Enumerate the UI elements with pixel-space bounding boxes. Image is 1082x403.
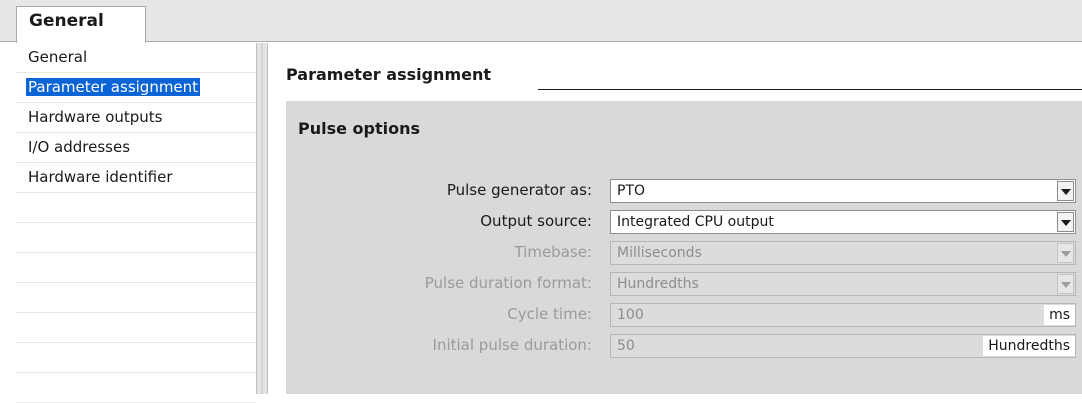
- nav-empty-row: [16, 283, 256, 313]
- cycle-time-value: 100: [617, 307, 644, 323]
- nav-item-io-addresses[interactable]: I/O addresses: [16, 133, 256, 163]
- nav-item-label: Parameter assignment: [24, 77, 202, 97]
- splitter-grip: [261, 43, 263, 394]
- pulse-generator-label: Pulse generator as:: [446, 181, 592, 199]
- nav-empty-row: [16, 223, 256, 253]
- cycle-time-unit: ms: [1044, 305, 1075, 325]
- pulse-generator-value: PTO: [617, 183, 646, 199]
- nav-item-label: Hardware outputs: [28, 108, 163, 126]
- nav-item-general[interactable]: General: [16, 43, 256, 73]
- properties-nav: General Parameter assignment Hardware ou…: [16, 43, 256, 403]
- pulse-duration-format-select: Hundredths: [610, 272, 1076, 296]
- nav-item-parameter-assignment[interactable]: Parameter assignment: [16, 73, 256, 103]
- nav-item-hardware-identifier[interactable]: Hardware identifier: [16, 163, 256, 193]
- initial-pulse-duration-input: 50 Hundredths: [610, 334, 1076, 358]
- cycle-time-input: 100 ms: [610, 303, 1076, 327]
- timebase-select: Milliseconds: [610, 241, 1076, 265]
- group-title: Pulse options: [298, 119, 421, 138]
- nav-item-label: Hardware identifier: [28, 168, 173, 186]
- nav-empty-row: [16, 373, 256, 403]
- initial-pulse-duration-value: 50: [617, 338, 635, 354]
- chevron-down-icon[interactable]: [1057, 212, 1074, 232]
- section-title: Parameter assignment: [286, 65, 491, 84]
- pulse-options-group: Pulse options Pulse generator as: PTO Ou…: [286, 101, 1082, 394]
- nav-empty-row: [16, 343, 256, 373]
- pulse-duration-format-value: Hundredths: [617, 276, 699, 292]
- pulse-generator-select[interactable]: PTO: [610, 179, 1076, 203]
- pulse-duration-format-label: Pulse duration format:: [424, 274, 592, 292]
- output-source-value: Integrated CPU output: [617, 214, 774, 230]
- timebase-value: Milliseconds: [617, 245, 702, 261]
- initial-pulse-duration-label: Initial pulse duration:: [432, 336, 592, 354]
- nav-empty-row: [16, 193, 256, 223]
- panel-splitter[interactable]: [256, 43, 268, 394]
- output-source-select[interactable]: Integrated CPU output: [610, 210, 1076, 234]
- tab-strip: General: [0, 0, 1082, 43]
- nav-item-label: I/O addresses: [28, 138, 131, 156]
- chevron-down-icon[interactable]: [1057, 181, 1074, 201]
- initial-pulse-duration-unit: Hundredths: [983, 336, 1075, 356]
- chevron-down-icon: [1057, 243, 1074, 263]
- output-source-label: Output source:: [480, 212, 592, 230]
- nav-empty-row: [16, 313, 256, 343]
- nav-item-hardware-outputs[interactable]: Hardware outputs: [16, 103, 256, 133]
- timebase-label: Timebase:: [514, 243, 592, 261]
- chevron-down-icon: [1057, 274, 1074, 294]
- nav-item-label: General: [28, 48, 88, 66]
- tab-general[interactable]: General: [16, 6, 146, 43]
- section-divider: [538, 89, 1082, 90]
- tab-general-label: General: [29, 11, 104, 31]
- cycle-time-label: Cycle time:: [507, 305, 592, 323]
- nav-empty-row: [16, 253, 256, 283]
- content-panel: Parameter assignment Pulse options Pulse…: [268, 43, 1082, 394]
